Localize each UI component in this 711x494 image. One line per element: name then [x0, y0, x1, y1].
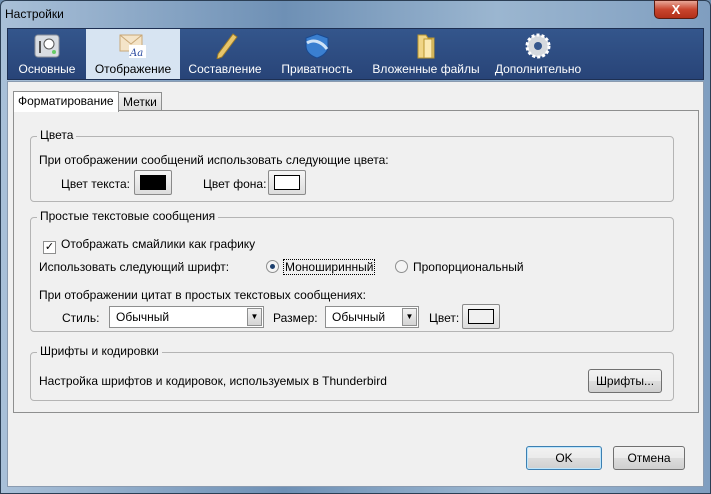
quote-color-picker[interactable]	[462, 304, 500, 329]
pane-attachments[interactable]: Вложенные файлы	[364, 29, 488, 79]
tab-tags[interactable]: Метки	[118, 92, 162, 111]
smileys-checkbox[interactable]: ✓ Отображать смайлики как графику	[43, 237, 255, 254]
plain-text-group: Простые текстовые сообщения ✓ Отображать …	[30, 209, 674, 332]
font-label: Использовать следующий шрифт:	[39, 260, 230, 274]
group-legend: Цвета	[37, 128, 77, 142]
content-area: Форматирование Метки Цвета При отображен…	[7, 81, 704, 487]
cancel-button[interactable]: Отмена	[613, 446, 685, 470]
style-label: Стиль:	[62, 311, 100, 325]
mono-radio[interactable]: Моноширинный	[266, 259, 376, 275]
svg-text:Aa: Aa	[129, 48, 143, 59]
smileys-label: Отображать смайлики как графику	[61, 237, 256, 251]
pane-display[interactable]: Aa Отображение	[86, 29, 180, 79]
pane-advanced[interactable]: Дополнительно	[488, 29, 588, 79]
size-value: Обычный	[332, 310, 386, 324]
close-button[interactable]: X	[654, 0, 698, 19]
style-select[interactable]: Обычный ▼	[109, 306, 264, 328]
shield-icon	[305, 33, 329, 59]
colors-description: При отображении сообщений использовать с…	[39, 153, 389, 167]
folder-icon	[417, 34, 435, 59]
style-value: Обычный	[116, 310, 170, 324]
size-select[interactable]: Обычный ▼	[325, 306, 419, 328]
proportional-radio[interactable]: Пропорциональный	[395, 260, 524, 274]
general-icon	[34, 34, 60, 58]
quote-color-label: Цвет:	[429, 311, 460, 325]
chevron-down-icon: ▼	[247, 308, 262, 326]
text-color-label: Цвет текста:	[61, 177, 131, 191]
pane-label: Приватность	[281, 62, 353, 76]
group-legend: Простые текстовые сообщения	[37, 209, 219, 223]
bg-color-label: Цвет фона:	[203, 177, 267, 191]
tab-panel: Цвета При отображении сообщений использо…	[13, 110, 699, 413]
pane-general[interactable]: Основные	[8, 29, 86, 79]
size-label: Размер:	[273, 311, 318, 325]
text-color-picker[interactable]	[134, 170, 172, 195]
fonts-button[interactable]: Шрифты...	[588, 369, 662, 393]
pane-label: Дополнительно	[494, 62, 582, 76]
checkmark-icon: ✓	[43, 241, 56, 254]
display-icon: Aa	[119, 34, 146, 59]
radio-icon	[395, 260, 408, 273]
mono-label: Моноширинный	[282, 259, 376, 275]
pane-label: Вложенные файлы	[372, 62, 480, 76]
pane-privacy[interactable]: Приватность	[270, 29, 364, 79]
pane-label: Составление	[188, 62, 262, 76]
quotes-label: При отображении цитат в простых текстовы…	[39, 288, 366, 302]
bg-color-picker[interactable]	[268, 170, 306, 195]
pane-label: Отображение	[94, 62, 172, 76]
ok-button[interactable]: OK	[526, 446, 602, 470]
pencil-icon	[216, 33, 238, 59]
chevron-down-icon: ▼	[402, 308, 417, 326]
pane-label: Основные	[18, 62, 76, 76]
colors-group: Цвета При отображении сообщений использо…	[30, 128, 674, 202]
pane-composition[interactable]: Составление	[180, 29, 270, 79]
proportional-label: Пропорциональный	[413, 260, 524, 274]
radio-icon	[266, 260, 279, 273]
fonts-group: Шрифты и кодировки Настройка шрифтов и к…	[30, 344, 674, 401]
window-title: Настройки	[5, 7, 64, 21]
tab-formatting[interactable]: Форматирование	[13, 91, 119, 112]
fonts-description: Настройка шрифтов и кодировок, используе…	[39, 374, 387, 388]
gear-icon	[525, 33, 551, 59]
group-legend: Шрифты и кодировки	[37, 344, 162, 358]
prefs-toolbar: Основные Aa Отображение Составление Прив…	[7, 28, 704, 80]
